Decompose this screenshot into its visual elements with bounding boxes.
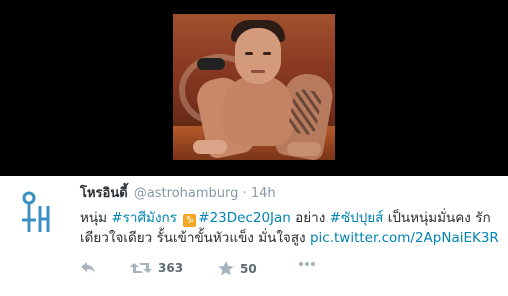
retweet-button[interactable]: 363 — [130, 261, 183, 275]
more-button[interactable] — [298, 261, 316, 267]
astrology-logo-icon — [22, 191, 50, 232]
reply-icon — [81, 262, 95, 273]
separator-dot: · — [242, 186, 247, 201]
tweet-media[interactable] — [0, 0, 508, 176]
text-segment: เป็นหนุ่มมั่นคง รัก — [383, 210, 491, 226]
display-name[interactable]: โหรอินดี้ — [80, 186, 128, 201]
reply-button[interactable] — [80, 261, 96, 275]
star-icon — [218, 261, 234, 276]
text-segment: หนุ่ม — [80, 210, 112, 226]
tweet-card: โหรอินดี้ @astrohamburg · 14h หนุ่ม #ราศ… — [0, 176, 508, 296]
avatar[interactable] — [18, 190, 52, 234]
tweet-text-line-1: หนุ่ม #ราศีมังกร ♑ #23Dec20Jan อย่าง #ซัป… — [80, 208, 502, 228]
more-dots-icon — [299, 262, 315, 266]
tweet-header: โหรอินดี้ @astrohamburg · 14h — [80, 186, 276, 202]
hashtag-link[interactable]: #ราศีมังกร — [111, 210, 177, 226]
tweet-text-line-2: เดียวใจเดียว รั้นเข้าขั้นหัวแข็ง มั่นใจส… — [80, 228, 502, 248]
capricorn-emoji-icon: ♑ — [183, 214, 197, 227]
hashtag-link[interactable]: #23Dec20Jan — [198, 210, 291, 226]
tweet-photo[interactable] — [173, 14, 335, 160]
user-handle[interactable]: @astrohamburg — [134, 186, 239, 201]
text-segment: เดียวใจเดียว รั้นเข้าขั้นหัวแข็ง มั่นใจส… — [80, 230, 310, 246]
hashtag-link[interactable]: #ซัปปุยส์ — [330, 210, 384, 226]
timestamp[interactable]: 14h — [251, 186, 276, 201]
pic-link[interactable]: pic.twitter.com/2ApNaiEK3R — [310, 230, 499, 246]
retweet-icon — [130, 263, 152, 273]
tweet-text: หนุ่ม #ราศีมังกร ♑ #23Dec20Jan อย่าง #ซัป… — [80, 208, 502, 248]
text-segment: อย่าง — [290, 210, 330, 226]
retweet-count: 363 — [158, 261, 184, 275]
favorite-button[interactable]: 50 — [218, 261, 257, 276]
favorite-count: 50 — [240, 261, 257, 276]
